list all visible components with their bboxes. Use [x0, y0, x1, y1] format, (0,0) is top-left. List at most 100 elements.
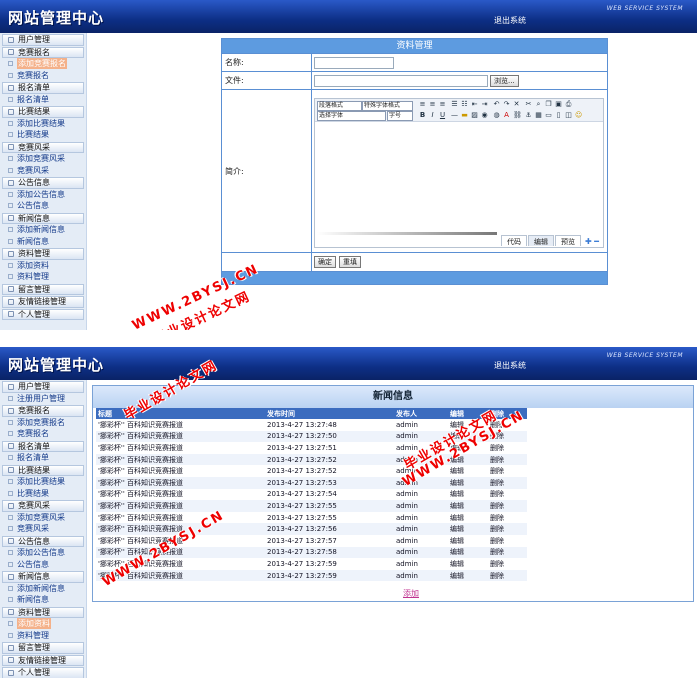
editor-zoom-controls[interactable]: ✚ ━ — [585, 237, 599, 246]
sidebar-group-header[interactable]: 友情链接管理 — [2, 296, 84, 308]
edit-link[interactable]: 编辑 — [448, 442, 488, 454]
sidebar-group-header[interactable]: 公告信息 — [2, 177, 84, 189]
sidebar-group-header[interactable]: 个人管理 — [2, 667, 84, 678]
sidebar-group-header[interactable]: 竞赛报名 — [2, 46, 84, 58]
delete-link[interactable]: 删除 — [488, 523, 527, 535]
add-news-link[interactable]: 添加 — [403, 588, 419, 599]
sidebar-group-header[interactable]: 留言管理 — [2, 642, 84, 654]
edit-link[interactable]: 编辑 — [448, 453, 488, 466]
sidebar-item[interactable]: 添加比赛结果 — [0, 118, 86, 130]
align-right-icon[interactable]: ≡ — [439, 101, 446, 108]
delete-link[interactable]: 删除 — [488, 569, 527, 582]
table-cell[interactable]: '挪彩杯'' 百科知识竞赛报道 — [96, 465, 265, 477]
confirm-button[interactable]: 确定 — [314, 256, 336, 268]
ordered-list-icon[interactable]: ☰ — [451, 101, 458, 108]
table-cell[interactable]: '挪彩杯'' 百科知识竞赛报道 — [96, 489, 265, 501]
reset-button[interactable]: 重填 — [339, 256, 361, 268]
sidebar-item[interactable]: 添加新闻信息 — [0, 224, 86, 236]
edit-link[interactable]: 编辑 — [448, 430, 488, 443]
sidebar-group-header[interactable]: 个人管理 — [2, 308, 84, 320]
unordered-list-icon[interactable]: ☷ — [461, 101, 468, 108]
sidebar-item[interactable]: 比赛结果 — [0, 129, 86, 141]
form-icon[interactable]: ▭ — [545, 112, 552, 119]
sidebar-item[interactable]: 添加新闻信息 — [0, 583, 86, 595]
sidebar-item[interactable]: 添加资料 — [0, 260, 86, 272]
sidebar-group-header[interactable]: 留言管理 — [2, 283, 84, 295]
sidebar-item[interactable]: 报名清单 — [0, 452, 86, 464]
rich-text-editor[interactable]: 段落格式 特殊字体格式 选择字体 字号 ≡ ≡ ≡ ☰ ☷ ⇤ ⇥ ↶ ↷ ✕ — [314, 98, 604, 248]
align-left-icon[interactable]: ≡ — [419, 101, 426, 108]
editor-content-area[interactable] — [315, 122, 603, 235]
redo-icon[interactable]: ↷ — [503, 101, 510, 108]
table-cell[interactable]: '挪彩杯'' 百科知识竞赛报道 — [96, 546, 265, 559]
sidebar-group-header[interactable]: 报名清单 — [2, 82, 84, 94]
sidebar-group-header[interactable]: 竞赛风采 — [2, 500, 84, 512]
table-cell[interactable]: '挪彩杯'' 百科知识竞赛报道 — [96, 476, 265, 489]
delete-link[interactable]: 删除 — [488, 512, 527, 524]
sidebar-item[interactable]: 添加公告信息 — [0, 189, 86, 201]
sidebar-group-header[interactable]: 资料管理 — [2, 248, 84, 260]
delete-link[interactable]: 删除 — [488, 476, 527, 489]
edit-link[interactable]: 编辑 — [448, 476, 488, 489]
font-size-select[interactable]: 字号 — [387, 111, 413, 121]
horizontal-rule-icon[interactable]: — — [451, 112, 458, 119]
delete-link[interactable]: 删除 — [488, 419, 527, 431]
sidebar-group-header[interactable]: 用户管理 — [2, 34, 84, 46]
undo-icon[interactable]: ↶ — [493, 101, 500, 108]
copy-icon[interactable]: ❐ — [545, 101, 552, 108]
edit-link[interactable]: 编辑 — [448, 569, 488, 582]
sidebar-group-header[interactable]: 友情链接管理 — [2, 654, 84, 666]
table-cell[interactable]: '挪彩杯'' 百科知识竞赛报道 — [96, 523, 265, 535]
edit-link[interactable]: 编辑 — [448, 558, 488, 570]
anchor-icon[interactable]: ⚓ — [525, 112, 532, 119]
delete-icon[interactable]: ✕ — [513, 101, 520, 108]
sidebar-group-header[interactable]: 新闻信息 — [2, 571, 84, 583]
delete-link[interactable]: 删除 — [488, 453, 527, 466]
table-cell[interactable]: '挪彩杯'' 百科知识竞赛报道 — [96, 500, 265, 512]
name-input[interactable] — [314, 56, 394, 69]
table-cell[interactable]: '挪彩杯'' 百科知识竞赛报道 — [96, 442, 265, 454]
sidebar-group-header[interactable]: 报名清单 — [2, 440, 84, 452]
font-family-select[interactable]: 选择字体 — [317, 111, 386, 121]
delete-link[interactable]: 删除 — [488, 546, 527, 559]
sidebar-item[interactable]: 新闻信息 — [0, 594, 86, 606]
cut-icon[interactable]: ✂ — [525, 101, 532, 108]
tab-code[interactable]: 代码 — [501, 235, 527, 246]
tab-preview[interactable]: 预览 — [555, 235, 581, 246]
edit-link[interactable]: 编辑 — [448, 489, 488, 501]
sidebar-item[interactable]: 公告信息 — [0, 200, 86, 212]
sidebar-item[interactable]: 竞赛报名 — [0, 70, 86, 82]
sidebar-item[interactable]: 竞赛风采 — [0, 165, 86, 177]
underline-icon[interactable]: U — [439, 112, 446, 119]
delete-link[interactable]: 删除 — [488, 442, 527, 454]
sidebar-item[interactable]: 新闻信息 — [0, 236, 86, 248]
sidebar-item[interactable]: 添加竞赛风采 — [0, 153, 86, 165]
paragraph-format-select[interactable]: 段落格式 — [317, 101, 362, 111]
sidebar-item[interactable]: 添加公告信息 — [0, 547, 86, 559]
edit-link[interactable]: 编辑 — [448, 535, 488, 547]
sidebar-item[interactable]: 添加资料 — [0, 618, 86, 630]
delete-link[interactable]: 删除 — [488, 489, 527, 501]
text-color-icon[interactable]: A — [503, 112, 510, 119]
edit-link[interactable]: 编辑 — [448, 523, 488, 535]
outdent-icon[interactable]: ⇤ — [471, 101, 478, 108]
delete-link[interactable]: 删除 — [488, 500, 527, 512]
sidebar-item[interactable]: 添加竞赛报名 — [0, 417, 86, 429]
table-cell[interactable]: '挪彩杯'' 百科知识竞赛报道 — [96, 535, 265, 547]
align-center-icon[interactable]: ≡ — [429, 101, 436, 108]
sidebar-group-header[interactable]: 比赛结果 — [2, 464, 84, 476]
sidebar-item[interactable]: 资料管理 — [0, 271, 86, 283]
table-icon[interactable]: ▦ — [535, 112, 542, 119]
sidebar-item[interactable]: 注册用户管理 — [0, 393, 86, 405]
sidebar-group-header[interactable]: 比赛结果 — [2, 106, 84, 118]
bold-icon[interactable]: B — [419, 112, 426, 119]
edit-link[interactable]: 编辑 — [448, 512, 488, 524]
logout-link[interactable]: 退出系统 — [494, 360, 526, 371]
edit-link[interactable]: 编辑 — [448, 419, 488, 431]
sidebar-group-header[interactable]: 新闻信息 — [2, 212, 84, 224]
sidebar-item[interactable]: 比赛结果 — [0, 488, 86, 500]
sidebar-item[interactable]: 资料管理 — [0, 630, 86, 642]
browse-button[interactable]: 浏览... — [490, 74, 519, 87]
delete-link[interactable]: 删除 — [488, 465, 527, 477]
paste-icon[interactable]: ▣ — [555, 101, 562, 108]
